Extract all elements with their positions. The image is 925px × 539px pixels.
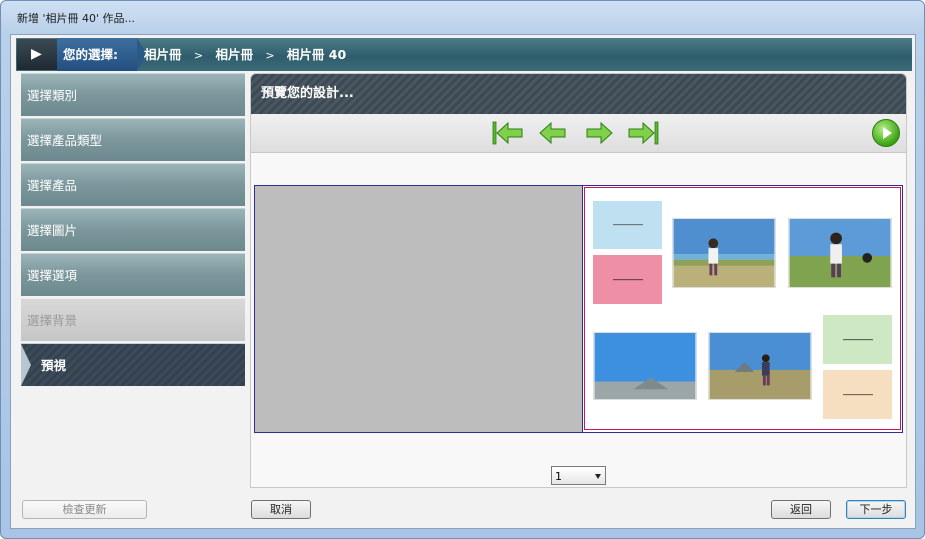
text-card-green (823, 315, 892, 364)
panel-title: 預覽您的設計... (251, 74, 906, 114)
card-text-placeholder (612, 278, 643, 280)
right-page (583, 186, 902, 432)
breadcrumb-toggle-button[interactable]: ▶ (17, 39, 57, 70)
check-updates-button: 檢查更新 (22, 500, 147, 519)
prev-page-icon[interactable] (537, 119, 571, 147)
photo-child-field (708, 332, 812, 400)
next-button[interactable]: 下一步 (846, 500, 906, 519)
preview-panel: 預覽您的設計... 1 (250, 73, 907, 488)
step-select-product[interactable]: 選擇產品 (21, 163, 245, 206)
text-card-blue (593, 201, 662, 249)
photo-child-kite-2 (788, 218, 892, 288)
breadcrumb-separator: > (193, 49, 204, 62)
app-window: 新增 '相片冊 40' 作品... ▶ 您的選擇: 相片冊 > 相片冊 > 相片… (0, 0, 925, 539)
step-select-background: 選擇背景 (21, 298, 245, 341)
breadcrumb-item-product[interactable]: 相片冊 40 (287, 47, 346, 62)
breadcrumb-item-type[interactable]: 相片冊 (215, 47, 253, 62)
cancel-button[interactable]: 取消 (251, 500, 311, 519)
chevron-down-icon (595, 474, 601, 479)
last-page-icon[interactable] (626, 119, 660, 147)
back-button[interactable]: 返回 (771, 500, 831, 519)
breadcrumb-item-category[interactable]: 相片冊 (144, 47, 182, 62)
card-text-placeholder (842, 393, 873, 395)
breadcrumb-label: 您的選擇: (57, 38, 147, 71)
step-select-images[interactable]: 選擇圖片 (21, 208, 245, 251)
wizard-step-list: 選擇類別 選擇產品類型 選擇產品 選擇圖片 選擇選項 選擇背景 預視 (21, 73, 245, 388)
next-page-icon[interactable] (581, 119, 615, 147)
window-title: 新增 '相片冊 40' 作品... (17, 12, 136, 25)
photo-kites-sky (593, 332, 697, 400)
breadcrumb-separator: > (265, 49, 275, 62)
card-text-placeholder (842, 338, 873, 340)
play-arrow-icon: ▶ (31, 46, 42, 62)
first-page-icon[interactable] (491, 119, 525, 147)
title-bar[interactable]: 新增 '相片冊 40' 作品... (1, 1, 924, 29)
breadcrumb: ▶ 您的選擇: 相片冊 > 相片冊 > 相片冊 40 (16, 38, 912, 71)
step-select-product-type[interactable]: 選擇產品類型 (21, 118, 245, 161)
step-preview[interactable]: 預視 (21, 343, 245, 386)
left-page-blank (255, 186, 583, 432)
breadcrumb-trail: 相片冊 > 相片冊 > 相片冊 40 (144, 38, 346, 71)
card-text-placeholder (612, 224, 643, 226)
page-navigation-bar (251, 114, 906, 153)
text-card-pink (593, 255, 662, 304)
photo-child-kite-1 (672, 218, 776, 288)
page-number-select[interactable]: 1 (551, 466, 606, 485)
step-select-options[interactable]: 選擇選項 (21, 253, 245, 296)
play-icon[interactable] (872, 119, 900, 147)
book-spread-preview (254, 185, 903, 433)
step-select-category[interactable]: 選擇類別 (21, 73, 245, 116)
page-number-value: 1 (555, 470, 562, 483)
wizard-client: ▶ 您的選擇: 相片冊 > 相片冊 > 相片冊 40 選擇類別 選擇產品類型 選… (10, 34, 916, 529)
text-card-peach (823, 370, 892, 419)
